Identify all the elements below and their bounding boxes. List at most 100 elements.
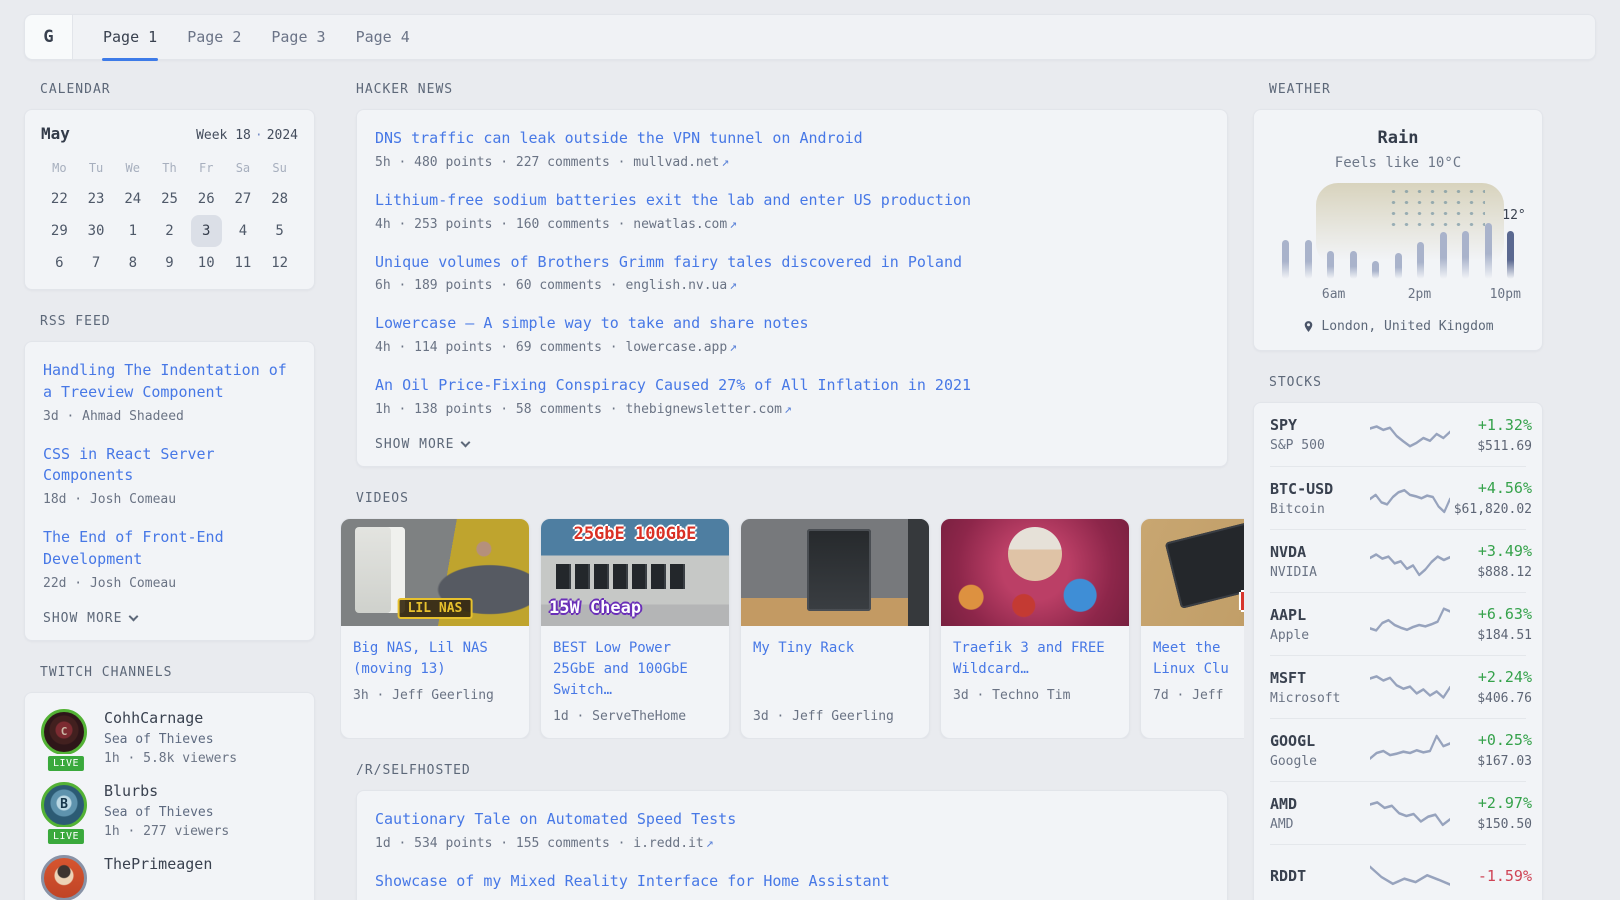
twitch-channel-theprimeagen[interactable]: ThePrimeagen bbox=[41, 855, 298, 900]
stock-sparkline bbox=[1370, 541, 1450, 581]
video-title-link[interactable]: My Tiny Rack bbox=[753, 638, 917, 659]
external-link-icon: ↗ bbox=[721, 155, 729, 170]
calendar-day: 30 bbox=[78, 215, 115, 247]
hacker-news-show-more-button[interactable]: SHOW MORE bbox=[375, 437, 1209, 452]
stock-name: Bitcoin bbox=[1270, 502, 1370, 517]
stock-values: +4.56% $61,820.02 bbox=[1450, 479, 1532, 517]
video-thumbnail[interactable]: FA bbox=[1141, 519, 1244, 626]
twitch-section-title: TWITCH CHANNELS bbox=[40, 665, 315, 680]
calendar-weekday: Su bbox=[261, 155, 298, 183]
tab-label: Page 1 bbox=[103, 28, 157, 46]
stock-sparkline bbox=[1370, 667, 1450, 707]
reddit-item-link[interactable]: Showcase of my Mixed Reality Interface f… bbox=[375, 871, 1209, 893]
news-item-meta: 4h · 114 points · 69 comments · lowercas… bbox=[375, 340, 1209, 355]
weather-chart: 12° bbox=[1280, 191, 1516, 279]
weather-feels-like: Feels like 10°C bbox=[1270, 155, 1526, 171]
weather-bar bbox=[1282, 240, 1289, 279]
calendar-section: CALENDAR May Week 18·2024 MoTuWeThFrSaSu… bbox=[24, 82, 315, 290]
video-title-link[interactable]: Meet the Linux Clu bbox=[1153, 638, 1244, 680]
stock-change: +3.49% bbox=[1450, 542, 1532, 560]
news-item-meta-text: 4h · 114 points · 69 comments · lowercas… bbox=[375, 340, 727, 355]
news-item-link[interactable]: DNS traffic can leak outside the VPN tun… bbox=[375, 128, 1209, 150]
rss-item-link[interactable]: CSS in React Server Components bbox=[43, 444, 296, 488]
weather-time-label: 6am bbox=[1322, 287, 1345, 302]
stock-symbol: AAPL bbox=[1270, 606, 1370, 624]
calendar-day: 24 bbox=[114, 183, 151, 215]
reddit-widget: Cautionary Tale on Automated Speed Tests… bbox=[356, 790, 1228, 900]
news-item-meta-text: 6h · 189 points · 60 comments · english.… bbox=[375, 278, 727, 293]
twitch-channel-blurbs[interactable]: B LIVE Blurbs Sea of Thieves 1h · 277 vi… bbox=[41, 782, 298, 839]
video-title-link[interactable]: Traefik 3 and FREE Wildcard… bbox=[953, 638, 1117, 680]
rss-item: Handling The Indentation of a Treeview C… bbox=[43, 360, 296, 424]
news-item-link[interactable]: Lowercase – A simple way to take and sha… bbox=[375, 313, 1209, 335]
calendar-weekday: Fr bbox=[188, 155, 225, 183]
reddit-item: Showcase of my Mixed Reality Interface f… bbox=[375, 871, 1209, 893]
stocks-section-title: STOCKS bbox=[1269, 375, 1543, 390]
stock-price: $167.03 bbox=[1450, 754, 1532, 769]
stock-name: S&P 500 bbox=[1270, 438, 1370, 453]
stock-sparkline bbox=[1370, 604, 1450, 644]
reddit-item-meta: 1d · 534 points · 155 comments · i.redd.… bbox=[375, 836, 1209, 851]
reddit-item-link[interactable]: Cautionary Tale on Automated Speed Tests bbox=[375, 809, 1209, 831]
rss-item-link[interactable]: The End of Front-End Development bbox=[43, 527, 296, 571]
video-thumbnail[interactable] bbox=[941, 519, 1129, 626]
stock-price: $888.12 bbox=[1450, 565, 1532, 580]
videos-section-title: VIDEOS bbox=[356, 491, 1228, 506]
video-meta: 3d · Jeff Geerling bbox=[753, 709, 917, 724]
news-item: Lithium-free sodium batteries exit the l… bbox=[375, 190, 1209, 232]
app-logo[interactable]: G bbox=[25, 15, 73, 59]
stock-row-nvda: NVDA NVIDIA +3.49% $888.12 bbox=[1270, 529, 1526, 592]
stock-sparkline bbox=[1370, 793, 1450, 833]
video-title-link[interactable]: BEST Low Power 25GbE and 100GbE Switch… bbox=[553, 638, 717, 701]
tab-page-3[interactable]: Page 3 bbox=[259, 15, 337, 59]
news-item: An Oil Price-Fixing Conspiracy Caused 27… bbox=[375, 375, 1209, 417]
thumbnail-text: 15W Cheap bbox=[549, 598, 641, 618]
stock-change: +2.24% bbox=[1450, 668, 1532, 686]
calendar-widget: May Week 18·2024 MoTuWeThFrSaSu222324252… bbox=[24, 109, 315, 290]
top-nav: G Page 1 Page 2 Page 3 Page 4 bbox=[24, 14, 1596, 60]
tab-page-2[interactable]: Page 2 bbox=[175, 15, 253, 59]
stock-row-amd: AMD AMD +2.97% $150.50 bbox=[1270, 781, 1526, 844]
video-card-body: Traefik 3 and FREE Wildcard… 3d · Techno… bbox=[941, 626, 1129, 717]
stock-symbol: AMD bbox=[1270, 795, 1370, 813]
twitch-section: TWITCH CHANNELS C LIVE CohhCarnage Sea o… bbox=[24, 665, 315, 900]
stock-values: -1.59% bbox=[1450, 867, 1532, 885]
hacker-news-section: HACKER NEWS DNS traffic can leak outside… bbox=[356, 82, 1228, 467]
stock-id: AAPL Apple bbox=[1270, 606, 1370, 643]
weather-section-title: WEATHER bbox=[1269, 82, 1543, 97]
reddit-item-meta-text: 1d · 534 points · 155 comments · i.redd.… bbox=[375, 836, 704, 851]
video-thumbnail[interactable] bbox=[741, 519, 929, 626]
calendar-day: 5 bbox=[261, 215, 298, 247]
news-item-link[interactable]: Unique volumes of Brothers Grimm fairy t… bbox=[375, 252, 1209, 274]
show-more-label: SHOW MORE bbox=[43, 611, 122, 626]
tab-page-4[interactable]: Page 4 bbox=[344, 15, 422, 59]
calendar-day: 7 bbox=[78, 247, 115, 279]
news-item-meta: 4h · 253 points · 160 comments · newatla… bbox=[375, 217, 1209, 232]
calendar-month: May bbox=[41, 124, 70, 143]
video-card: 25GbE 100GbE 15W Cheap BEST Low Power 25… bbox=[540, 518, 730, 739]
weather-bar bbox=[1327, 251, 1334, 279]
weather-time-label: 10pm bbox=[1490, 287, 1521, 302]
news-item-link[interactable]: Lithium-free sodium batteries exit the l… bbox=[375, 190, 1209, 212]
calendar-day: 25 bbox=[151, 183, 188, 215]
video-thumbnail[interactable]: 25GbE 100GbE 15W Cheap bbox=[541, 519, 729, 626]
stock-price: $511.69 bbox=[1450, 439, 1532, 454]
stock-id: NVDA NVIDIA bbox=[1270, 543, 1370, 580]
video-thumbnail[interactable]: LIL NAS bbox=[341, 519, 529, 626]
reddit-section-title: /R/SELFHOSTED bbox=[356, 763, 1228, 778]
channel-game: Sea of Thieves bbox=[104, 732, 237, 747]
active-tab-underline bbox=[102, 58, 158, 61]
tab-page-1[interactable]: Page 1 bbox=[91, 15, 169, 59]
stocks-widget: SPY S&P 500 +1.32% $511.69 BTC-USD Bitco… bbox=[1253, 402, 1543, 900]
rss-item-link[interactable]: Handling The Indentation of a Treeview C… bbox=[43, 360, 296, 404]
video-title-link[interactable]: Big NAS, Lil NAS (moving 13) bbox=[353, 638, 517, 680]
video-card-body: Meet the Linux Clu 7d · Jeff bbox=[1141, 626, 1244, 717]
tab-label: Page 4 bbox=[356, 28, 410, 46]
rss-show-more-button[interactable]: SHOW MORE bbox=[43, 611, 296, 626]
calendar-day: 4 bbox=[225, 215, 262, 247]
news-item-link[interactable]: An Oil Price-Fixing Conspiracy Caused 27… bbox=[375, 375, 1209, 397]
reddit-section: /R/SELFHOSTED Cautionary Tale on Automat… bbox=[356, 763, 1228, 900]
twitch-channel-cohhcarnage[interactable]: C LIVE CohhCarnage Sea of Thieves 1h · 5… bbox=[41, 709, 298, 766]
thumbnail-text: FA bbox=[1239, 587, 1244, 616]
stock-sparkline bbox=[1370, 856, 1450, 896]
